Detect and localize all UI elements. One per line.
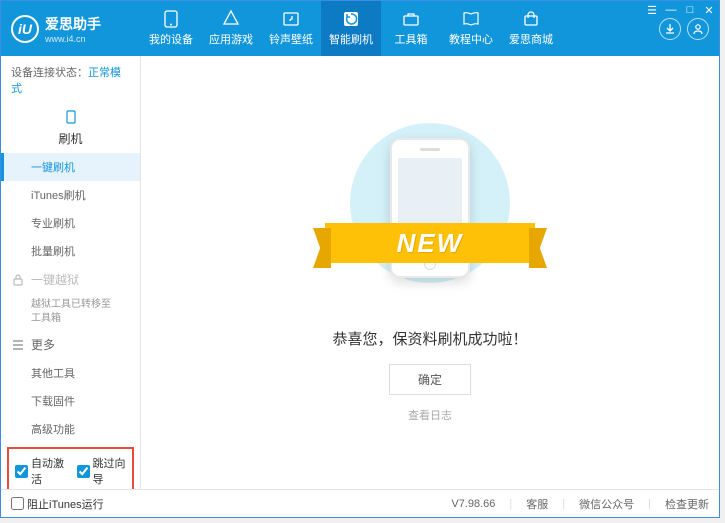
check-update-link[interactable]: 检查更新 — [665, 496, 709, 512]
app-url: www.i4.cn — [45, 34, 101, 44]
section-label: 一键越狱 — [31, 271, 79, 288]
phone-icon — [162, 10, 180, 28]
main-content: NEW 恭喜您，保资料刷机成功啦！ 确定 查看日志 — [141, 56, 719, 489]
top-nav: 我的设备 应用游戏 铃声壁纸 智能刷机 工具箱 教程中心 — [141, 1, 659, 56]
apps-icon — [222, 10, 240, 28]
checkbox-block-itunes[interactable]: 阻止iTunes运行 — [11, 496, 104, 512]
options-highlight-box: 自动激活 跳过向导 — [7, 447, 134, 489]
book-icon — [462, 10, 480, 28]
user-button[interactable] — [687, 18, 709, 40]
sidebar-item-itunes-flash[interactable]: iTunes刷机 — [1, 181, 140, 209]
nav-my-device[interactable]: 我的设备 — [141, 1, 201, 56]
logo-icon: iU — [11, 15, 39, 43]
version-label: V7.98.66 — [451, 498, 495, 510]
nav-label: 教程中心 — [449, 31, 493, 47]
sidebar-item-batch-flash[interactable]: 批量刷机 — [1, 237, 140, 265]
close-button[interactable]: ✕ — [701, 3, 717, 17]
nav-label: 工具箱 — [395, 31, 428, 47]
flash-icon — [342, 10, 360, 28]
sidebar-item-oneclick-flash[interactable]: 一键刷机 — [1, 153, 140, 181]
checkbox-auto-activate[interactable]: 自动激活 — [15, 455, 65, 487]
sidebar-item-advanced[interactable]: 高级功能 — [1, 415, 140, 443]
minimize-button[interactable]: — — [663, 3, 679, 17]
sidebar: 设备连接状态：正常模式 刷机 一键刷机 iTunes刷机 专业刷机 批量刷机 一… — [1, 56, 141, 489]
nav-tutorials[interactable]: 教程中心 — [441, 1, 501, 56]
lock-icon — [11, 273, 25, 287]
connection-status: 设备连接状态：正常模式 — [1, 56, 140, 104]
logo-area: iU 爱思助手 www.i4.cn — [11, 14, 141, 44]
nav-label: 爱思商城 — [509, 31, 553, 47]
nav-label: 铃声壁纸 — [269, 31, 313, 47]
settings-menu-icon[interactable]: ☰ — [644, 3, 660, 17]
nav-apps-games[interactable]: 应用游戏 — [201, 1, 261, 56]
app-header: iU 爱思助手 www.i4.cn 我的设备 应用游戏 铃声壁纸 智能刷机 — [1, 1, 719, 56]
success-illustration: NEW — [330, 123, 530, 303]
maximize-button[interactable]: □ — [682, 3, 698, 17]
music-icon — [282, 10, 300, 28]
footer: 阻止iTunes运行 V7.98.66 | 客服 | 微信公众号 | 检查更新 — [1, 489, 719, 517]
app-title: 爱思助手 — [45, 14, 101, 34]
sidebar-item-download-firmware[interactable]: 下载固件 — [1, 387, 140, 415]
nav-toolbox[interactable]: 工具箱 — [381, 1, 441, 56]
sidebar-item-pro-flash[interactable]: 专业刷机 — [1, 209, 140, 237]
sidebar-section-flash[interactable]: 刷机 — [1, 104, 140, 153]
section-label: 更多 — [31, 336, 55, 353]
toolbox-icon — [402, 10, 420, 28]
nav-store[interactable]: 爱思商城 — [501, 1, 561, 56]
checkbox-skip-guide[interactable]: 跳过向导 — [77, 455, 127, 487]
nav-label: 智能刷机 — [329, 31, 373, 47]
sidebar-item-other-tools[interactable]: 其他工具 — [1, 359, 140, 387]
phone-small-icon — [64, 110, 78, 124]
ok-button[interactable]: 确定 — [389, 364, 471, 395]
sidebar-section-more[interactable]: 更多 — [1, 330, 140, 359]
view-log-link[interactable]: 查看日志 — [408, 407, 452, 423]
success-message: 恭喜您，保资料刷机成功啦！ — [332, 328, 527, 349]
nav-label: 我的设备 — [149, 31, 193, 47]
wechat-link[interactable]: 微信公众号 — [579, 496, 634, 512]
jailbreak-note: 越狱工具已转移至 工具箱 — [1, 294, 140, 330]
download-button[interactable] — [659, 18, 681, 40]
ribbon-text: NEW — [397, 227, 464, 258]
menu-icon — [11, 338, 25, 352]
customer-service-link[interactable]: 客服 — [526, 496, 548, 512]
store-icon — [522, 10, 540, 28]
section-label: 刷机 — [58, 130, 82, 147]
nav-label: 应用游戏 — [209, 31, 253, 47]
nav-smart-flash[interactable]: 智能刷机 — [321, 1, 381, 56]
nav-ringtone-wallpaper[interactable]: 铃声壁纸 — [261, 1, 321, 56]
sidebar-section-jailbreak[interactable]: 一键越狱 — [1, 265, 140, 294]
